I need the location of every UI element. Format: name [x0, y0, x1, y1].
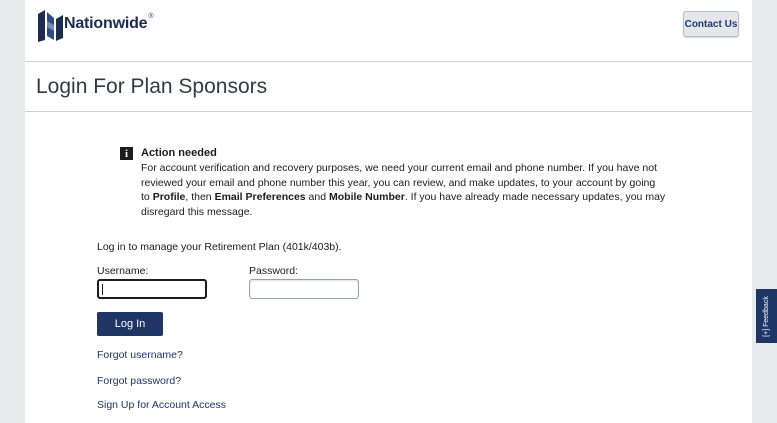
notice-message: For account verification and recovery pu… [141, 161, 666, 219]
site-header: Nationwide® Contact Us [25, 0, 752, 62]
notice-text-3: and [305, 191, 329, 203]
login-intro: Log in to manage your Retirement Plan (4… [97, 241, 342, 253]
forgot-password-link[interactable]: Forgot password? [97, 375, 181, 387]
username-label: Username: [97, 265, 149, 277]
feedback-label: [+] Feedback [763, 295, 771, 337]
notice-text-2: , then [185, 191, 215, 203]
notice-email-preferences: Email Preferences [214, 191, 306, 203]
page-container: Nationwide® Contact Us Login For Plan Sp… [25, 0, 752, 423]
login-button[interactable]: Log In [97, 312, 163, 336]
registered-mark: ® [148, 13, 154, 20]
sign-up-link[interactable]: Sign Up for Account Access [97, 399, 226, 411]
feedback-tab[interactable]: [+] Feedback [756, 289, 777, 343]
forgot-username-link[interactable]: Forgot username? [97, 349, 183, 361]
username-input[interactable] [97, 279, 207, 299]
password-label: Password: [249, 265, 299, 277]
nationwide-logo-icon[interactable] [36, 10, 66, 42]
page-title: Login For Plan Sponsors [36, 75, 268, 98]
text-caret [102, 284, 103, 295]
notice-mobile-number: Mobile Number [329, 191, 405, 203]
brand-name[interactable]: Nationwide® [64, 13, 154, 33]
brand-text: Nationwide [64, 15, 148, 32]
notice-heading: Action needed [141, 147, 217, 159]
title-bar: Login For Plan Sponsors [25, 62, 752, 112]
notice-profile: Profile [152, 191, 186, 203]
password-input[interactable] [249, 279, 359, 299]
contact-us-button[interactable]: Contact Us [683, 11, 739, 37]
info-icon: i [120, 147, 133, 160]
